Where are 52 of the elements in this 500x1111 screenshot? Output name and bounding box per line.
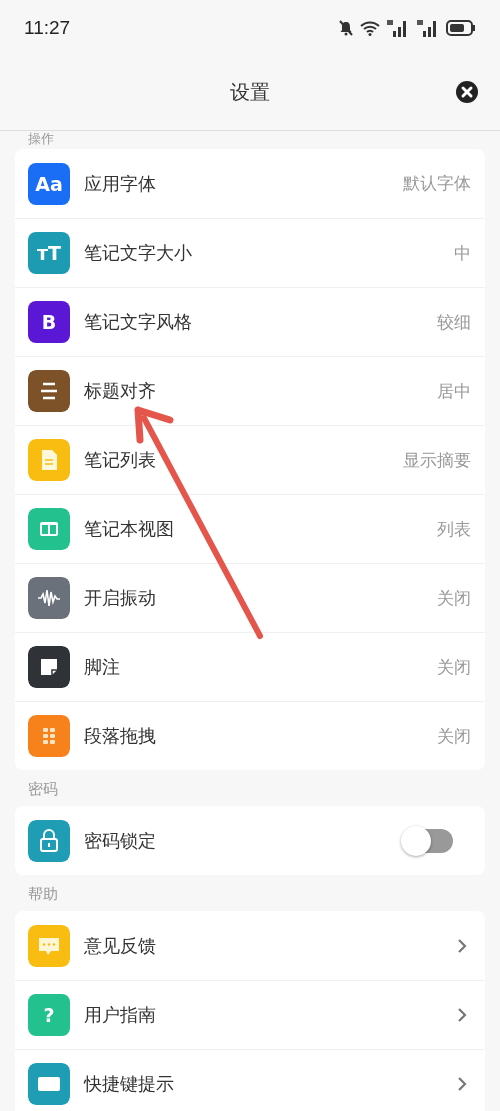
chevron-icon: [457, 937, 467, 954]
row-label: 脚注: [84, 655, 121, 679]
chevron-icon: [457, 1076, 467, 1092]
settings-row[interactable]: ? 用户指南: [15, 980, 485, 1049]
row-value: 关闭: [437, 586, 471, 610]
row-label: 意见反馈: [84, 933, 157, 958]
row-value: 默认字体: [403, 172, 471, 195]
settings-row[interactable]: 意见反馈: [15, 911, 485, 980]
row-label: 快捷键提示: [84, 1072, 175, 1096]
settings-row[interactable]: 段落拖拽 关闭: [15, 701, 485, 770]
row-value: 关闭: [437, 724, 471, 748]
row-label: 笔记列表: [84, 448, 157, 472]
row-label: 笔记文字大小: [84, 241, 193, 265]
close-icon[interactable]: [456, 81, 478, 103]
settings-row[interactable]: 笔记本视图 列表: [15, 494, 485, 563]
mute-icon: [338, 19, 354, 36]
app-icon: B: [28, 301, 70, 343]
row-value: 显示摘要: [403, 448, 471, 472]
settings-row[interactable]: 快捷键提示: [15, 1049, 485, 1111]
section-label: 帮助: [28, 885, 58, 903]
settings-row[interactable]: ᴛT 笔记文字大小 中: [15, 218, 485, 287]
chevron-icon: [457, 1007, 467, 1023]
settings-row[interactable]: Aa 应用字体 默认字体: [15, 149, 485, 218]
settings-row[interactable]: 密码锁定: [15, 806, 485, 875]
toggle-switch[interactable]: [403, 828, 453, 853]
status-time: 11:27: [24, 16, 71, 39]
settings-row[interactable]: 笔记列表 显示摘要: [15, 425, 485, 494]
row-label: 应用字体: [84, 171, 157, 196]
app-icon: ᴛT: [28, 232, 70, 274]
row-label: 段落拖拽: [84, 724, 157, 748]
battery-icon: [446, 19, 476, 36]
row-label: 密码锁定: [84, 828, 157, 853]
section-label: 密码: [28, 780, 58, 798]
app-icon: Aa: [28, 162, 70, 205]
row-label: 笔记文字风格: [84, 310, 193, 334]
settings-row[interactable]: 脚注 关闭: [15, 632, 485, 701]
row-label: 标题对齐: [84, 379, 157, 403]
settings-row[interactable]: 标题对齐 居中: [15, 356, 485, 425]
wifi-icon: [360, 19, 380, 36]
row-label: 笔记本视图: [84, 517, 175, 541]
page-title: 设置: [230, 79, 270, 106]
section-label: 操作: [28, 131, 54, 146]
settings-row[interactable]: B 笔记文字风格 较细: [15, 287, 485, 356]
settings-row[interactable]: 开启振动 关闭: [15, 563, 485, 632]
app-icon: ?: [28, 994, 70, 1036]
row-value: 较细: [437, 310, 471, 334]
row-label: 用户指南: [84, 1003, 157, 1027]
row-value: 中: [454, 241, 471, 265]
row-label: 开启振动: [84, 586, 157, 610]
row-value: 关闭: [437, 655, 471, 679]
row-value: 居中: [437, 379, 471, 403]
row-value: 列表: [437, 517, 471, 541]
